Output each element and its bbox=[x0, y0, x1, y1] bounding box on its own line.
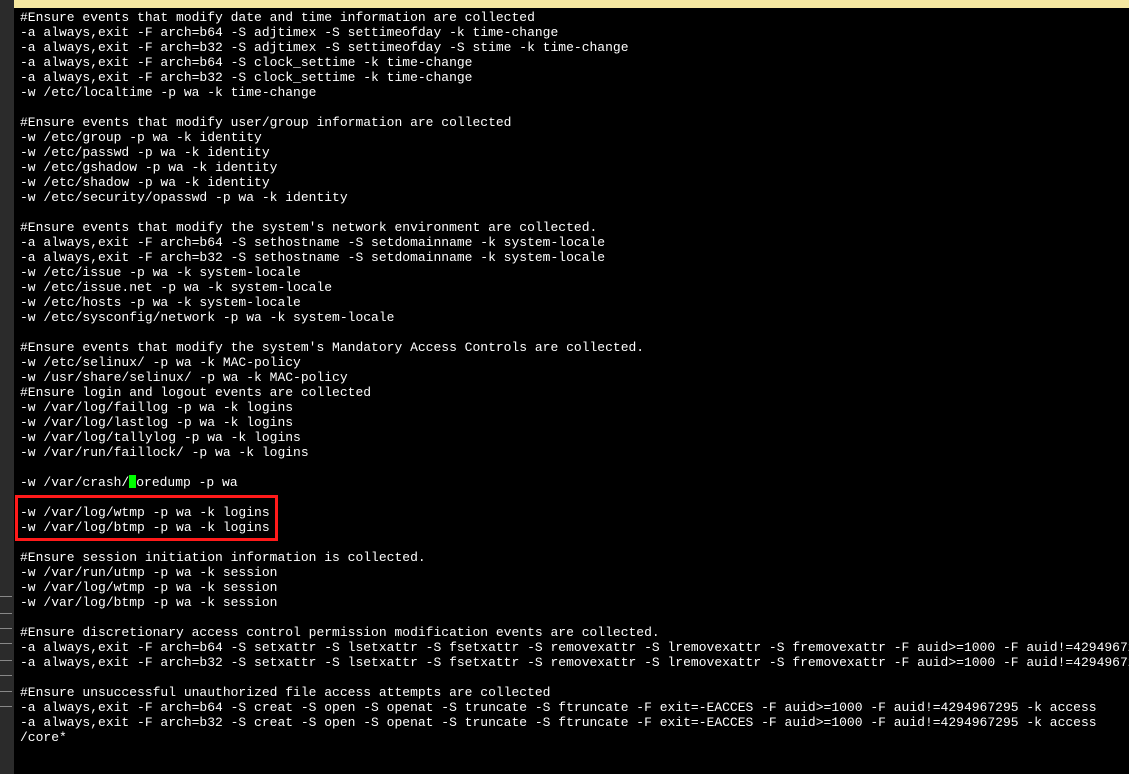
terminal-line bbox=[20, 610, 1123, 625]
terminal-line: -w /var/log/btmp -p wa -k session bbox=[20, 595, 1123, 610]
terminal-line: -w /etc/localtime -p wa -k time-change bbox=[20, 85, 1123, 100]
terminal-line bbox=[20, 460, 1123, 475]
gutter-tick bbox=[0, 613, 12, 615]
terminal-line: -w /etc/hosts -p wa -k system-locale bbox=[20, 295, 1123, 310]
terminal-line: -w /usr/share/selinux/ -p wa -k MAC-poli… bbox=[20, 370, 1123, 385]
gutter-tick bbox=[0, 628, 12, 630]
terminal-line: -w /etc/security/opasswd -p wa -k identi… bbox=[20, 190, 1123, 205]
terminal-line: #Ensure events that modify the system's … bbox=[20, 340, 1123, 355]
terminal-line: -a always,exit -F arch=b32 -S setxattr -… bbox=[20, 655, 1123, 670]
terminal-line: -w /etc/issue.net -p wa -k system-locale bbox=[20, 280, 1123, 295]
terminal-line: -a always,exit -F arch=b64 -S setxattr -… bbox=[20, 640, 1123, 655]
terminal-line: -w /var/run/faillock/ -p wa -k logins bbox=[20, 445, 1123, 460]
terminal-line: -a always,exit -F arch=b64 -S adjtimex -… bbox=[20, 25, 1123, 40]
terminal-line: -w /var/log/wtmp -p wa -k session bbox=[20, 580, 1123, 595]
terminal-content[interactable]: #Ensure events that modify date and time… bbox=[14, 8, 1129, 774]
terminal-line: -w /var/log/btmp -p wa -k logins bbox=[20, 520, 1123, 535]
gutter-tick bbox=[0, 660, 12, 662]
terminal-line: -w /etc/gshadow -p wa -k identity bbox=[20, 160, 1123, 175]
terminal-line bbox=[20, 490, 1123, 505]
terminal-line: -w /var/log/lastlog -p wa -k logins bbox=[20, 415, 1123, 430]
terminal-line: -w /etc/group -p wa -k identity bbox=[20, 130, 1123, 145]
gutter-tick bbox=[0, 706, 12, 708]
terminal-line: -w /var/crash/oredump -p wa bbox=[20, 475, 1123, 490]
terminal-line: #Ensure session initiation information i… bbox=[20, 550, 1123, 565]
terminal-line: -a always,exit -F arch=b32 -S clock_sett… bbox=[20, 70, 1123, 85]
top-strip bbox=[14, 0, 1129, 8]
terminal-line: -a always,exit -F arch=b64 -S creat -S o… bbox=[20, 700, 1123, 715]
terminal-line: #Ensure events that modify the system's … bbox=[20, 220, 1123, 235]
terminal-line: /core* bbox=[20, 730, 1123, 745]
terminal-line: -a always,exit -F arch=b32 -S sethostnam… bbox=[20, 250, 1123, 265]
line-text-pre: -w /var/crash/ bbox=[20, 475, 129, 490]
editor-gutter bbox=[0, 0, 14, 774]
terminal-line: #Ensure events that modify user/group in… bbox=[20, 115, 1123, 130]
terminal-line: -w /etc/issue -p wa -k system-locale bbox=[20, 265, 1123, 280]
terminal-line: -w /etc/passwd -p wa -k identity bbox=[20, 145, 1123, 160]
terminal-line: -a always,exit -F arch=b32 -S adjtimex -… bbox=[20, 40, 1123, 55]
gutter-tick bbox=[0, 643, 12, 645]
terminal-line: -w /var/log/faillog -p wa -k logins bbox=[20, 400, 1123, 415]
line-text-post: oredump -p wa bbox=[136, 475, 237, 490]
terminal-line: -w /etc/sysconfig/network -p wa -k syste… bbox=[20, 310, 1123, 325]
terminal-line: -w /var/log/wtmp -p wa -k logins bbox=[20, 505, 1123, 520]
terminal-line: -a always,exit -F arch=b64 -S clock_sett… bbox=[20, 55, 1123, 70]
terminal-line bbox=[20, 205, 1123, 220]
terminal-line bbox=[20, 100, 1123, 115]
gutter-tick bbox=[0, 596, 12, 598]
terminal-line: -w /var/log/tallylog -p wa -k logins bbox=[20, 430, 1123, 445]
terminal-line: #Ensure login and logout events are coll… bbox=[20, 385, 1123, 400]
terminal-line bbox=[20, 670, 1123, 685]
terminal-line: -w /var/run/utmp -p wa -k session bbox=[20, 565, 1123, 580]
terminal-line: #Ensure unsuccessful unauthorized file a… bbox=[20, 685, 1123, 700]
terminal-line: #Ensure discretionary access control per… bbox=[20, 625, 1123, 640]
gutter-tick bbox=[0, 691, 12, 693]
terminal-line bbox=[20, 325, 1123, 340]
terminal-line: -w /etc/selinux/ -p wa -k MAC-policy bbox=[20, 355, 1123, 370]
terminal-line bbox=[20, 535, 1123, 550]
terminal-line: -a always,exit -F arch=b32 -S creat -S o… bbox=[20, 715, 1123, 730]
terminal-line: -w /etc/shadow -p wa -k identity bbox=[20, 175, 1123, 190]
terminal-line: #Ensure events that modify date and time… bbox=[20, 10, 1123, 25]
terminal-line: -a always,exit -F arch=b64 -S sethostnam… bbox=[20, 235, 1123, 250]
gutter-tick bbox=[0, 675, 12, 677]
